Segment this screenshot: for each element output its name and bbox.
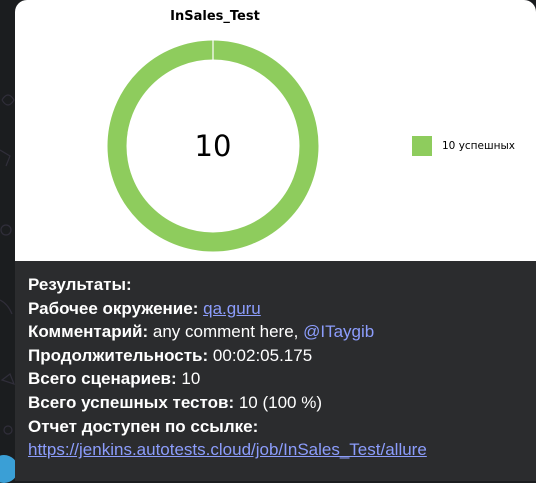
message-bubble: InSales_Test 10 10 успешных Результаты: … [15,0,536,481]
comment-text: any comment here, [152,322,299,342]
scenarios-label: Всего сценариев: [28,369,177,389]
report-link[interactable]: https://jenkins.autotests.cloud/job/InSa… [28,440,427,459]
duration-line: Продолжительность: 00:02:05.175 [28,344,532,368]
duration-label: Продолжительность: [28,345,209,365]
legend-swatch [412,136,432,156]
legend-label: 10 успешных [442,140,515,152]
message-text: Результаты: Рабочее окружение: qa.guru К… [28,273,532,462]
chart-legend: 10 успешных [412,136,515,156]
passed-label: Всего успешных тестов: [28,392,235,412]
report-line: Отчет доступен по ссылке: [28,415,532,439]
results-line: Результаты: [28,273,532,297]
report-link-line: https://jenkins.autotests.cloud/job/InSa… [28,438,532,462]
report-label: Отчет доступен по ссылке: [28,416,259,436]
environment-link[interactable]: qa.guru [203,299,261,318]
comment-line: Комментарий: any comment here, @ITaygib [28,320,532,344]
environment-label: Рабочее окружение: [28,298,199,318]
duration-value: 00:02:05.175 [212,345,313,365]
comment-label: Комментарий: [28,322,149,342]
passed-line: Всего успешных тестов: 10 (100 %) [28,391,532,415]
environment-line: Рабочее окружение: qa.guru [28,297,532,321]
scenarios-line: Всего сценариев: 10 [28,367,532,391]
results-label: Результаты: [28,275,132,294]
comment-mention[interactable]: @ITaygib [303,322,374,341]
donut-chart: 10 [107,40,319,252]
scenarios-value: 10 [181,369,201,389]
center-value: 10 [195,129,232,163]
report-chart-image[interactable]: InSales_Test 10 10 успешных [15,0,536,261]
passed-value: 10 (100 %) [238,392,323,412]
